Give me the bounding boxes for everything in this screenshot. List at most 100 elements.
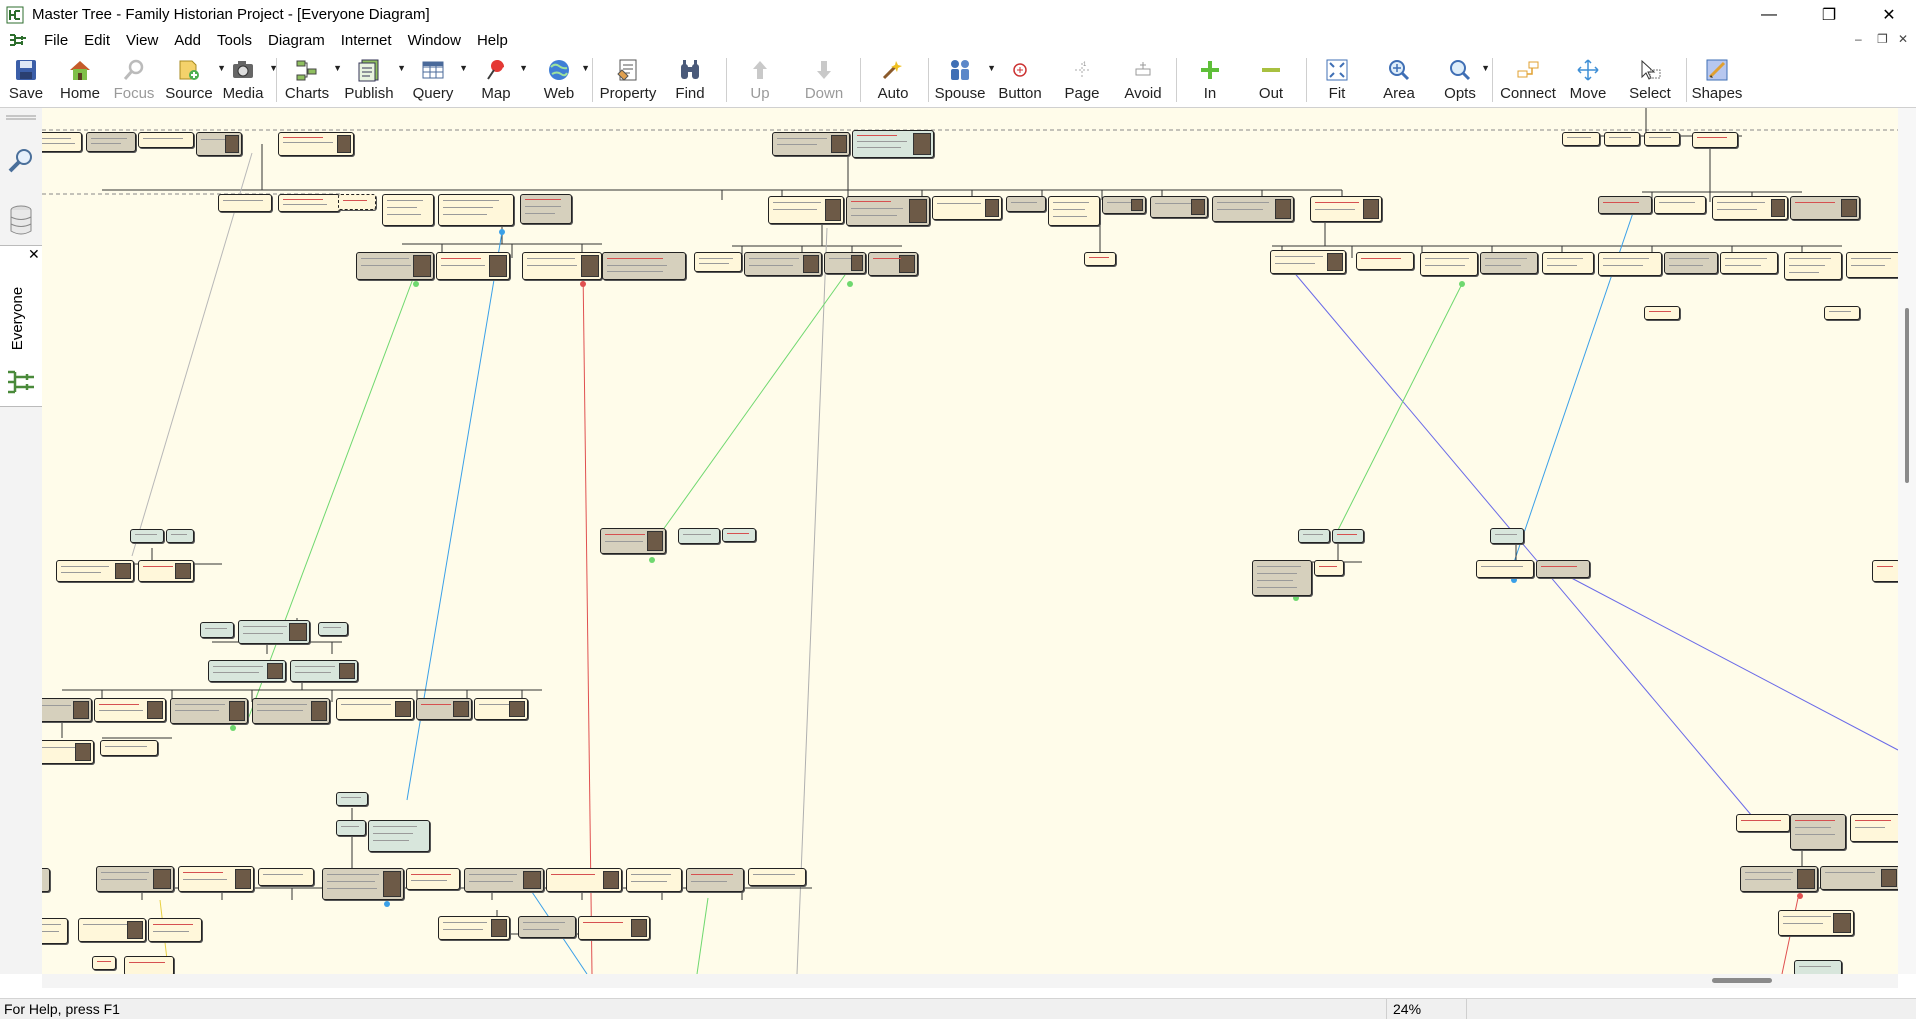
person-box[interactable] [1790,814,1846,850]
mdi-restore-button[interactable]: ❐ [1877,32,1888,46]
find-button[interactable]: Find [674,55,706,105]
person-box[interactable] [1252,560,1312,596]
person-box[interactable] [94,698,166,722]
person-box[interactable] [546,868,622,892]
fit-button[interactable]: Fit [1324,55,1350,105]
move-button[interactable]: Move [1568,55,1608,105]
property-button[interactable]: Property [598,55,658,105]
person-box[interactable] [238,620,310,644]
person-box[interactable] [208,660,286,682]
panel-grip-icon[interactable] [0,114,42,122]
person-box[interactable] [722,528,756,542]
person-box[interactable] [1790,196,1860,220]
vertical-scroll-thumb[interactable] [1905,308,1909,483]
person-box[interactable] [338,194,376,210]
person-box[interactable] [96,866,174,892]
person-box[interactable] [932,196,1002,220]
map-button[interactable]: Map ▼ [476,55,528,105]
person-box[interactable] [1712,196,1788,220]
person-box[interactable] [694,252,742,272]
person-box[interactable] [1102,196,1146,214]
person-box[interactable] [196,132,242,156]
button-button[interactable]: Button [996,55,1044,105]
shapes-button[interactable]: Shapes [1692,55,1742,105]
person-box[interactable] [42,132,82,152]
close-tab-icon[interactable]: ✕ [28,246,40,263]
everyone-tab[interactable]: ✕ Everyone [0,245,42,407]
person-box[interactable] [1212,196,1294,222]
person-box[interactable] [138,560,194,582]
menu-file[interactable]: File [36,29,76,53]
person-box[interactable] [1654,196,1706,214]
person-box[interactable] [170,698,248,724]
person-box[interactable] [1664,252,1718,274]
menu-window[interactable]: Window [400,29,469,53]
person-box[interactable] [1850,814,1898,842]
link-node[interactable] [230,725,236,731]
save-button[interactable]: Save [8,55,44,105]
person-box[interactable] [322,868,404,900]
person-box[interactable] [1740,866,1818,892]
person-box[interactable] [130,529,164,543]
person-box[interactable] [518,916,576,938]
person-box[interactable] [336,792,368,806]
publish-dropdown-icon[interactable]: ▼ [397,63,406,73]
menu-help[interactable]: Help [469,29,516,53]
person-box[interactable] [1820,866,1898,890]
person-box[interactable] [86,132,136,152]
person-box[interactable] [290,660,358,682]
minimize-button[interactable]: — [1746,0,1792,29]
person-box[interactable] [1778,910,1854,936]
person-box[interactable] [1720,252,1778,274]
zoom-out-button[interactable]: Out [1256,55,1286,105]
person-box[interactable] [1846,252,1898,278]
document-icon[interactable] [8,32,28,50]
person-box[interactable] [686,868,744,892]
person-box[interactable] [1314,560,1344,576]
map-dropdown-icon[interactable]: ▼ [519,63,528,73]
person-box[interactable] [868,252,918,276]
person-box[interactable] [1480,252,1538,274]
horizontal-scrollbar[interactable] [42,974,1898,988]
opts-button[interactable]: Opts ▼ [1442,55,1490,105]
person-box[interactable] [42,698,92,722]
person-box[interactable] [846,196,930,226]
person-box[interactable] [42,740,94,764]
person-box[interactable] [1084,252,1116,266]
link-node[interactable] [413,281,419,287]
close-button[interactable]: ✕ [1866,0,1912,29]
person-box[interactable] [1150,196,1208,218]
person-box[interactable] [178,866,254,892]
person-box[interactable] [356,252,434,280]
person-box[interactable] [56,560,134,582]
focus-button[interactable]: Focus [112,55,156,105]
person-box[interactable] [1692,132,1738,148]
select-button[interactable]: Select [1628,55,1672,105]
person-box[interactable] [1006,196,1046,212]
person-box[interactable] [1598,196,1652,214]
search-icon[interactable] [6,146,36,176]
link-node[interactable] [1459,281,1465,287]
person-box[interactable] [278,194,340,212]
person-box[interactable] [278,132,354,156]
person-box[interactable] [416,698,472,720]
person-box[interactable] [438,194,514,226]
zoom-in-button[interactable]: In [1196,55,1224,105]
link-node[interactable] [580,281,586,287]
person-box[interactable] [318,622,348,636]
person-box[interactable] [368,820,430,852]
charts-dropdown-icon[interactable]: ▼ [333,63,342,73]
person-box[interactable] [1490,528,1524,544]
person-box[interactable] [1048,196,1100,226]
person-box[interactable] [1872,560,1898,582]
charts-button[interactable]: Charts ▼ [284,55,342,105]
mdi-minimize-button[interactable]: – [1855,32,1862,46]
auto-button[interactable]: Auto [876,55,910,105]
person-box[interactable] [520,194,572,224]
person-box[interactable] [1310,196,1382,222]
spouse-dropdown-icon[interactable]: ▼ [987,63,996,73]
menu-internet[interactable]: Internet [333,29,400,53]
web-button[interactable]: Web ▼ [540,55,590,105]
query-dropdown-icon[interactable]: ▼ [459,63,468,73]
person-box[interactable] [42,918,68,944]
